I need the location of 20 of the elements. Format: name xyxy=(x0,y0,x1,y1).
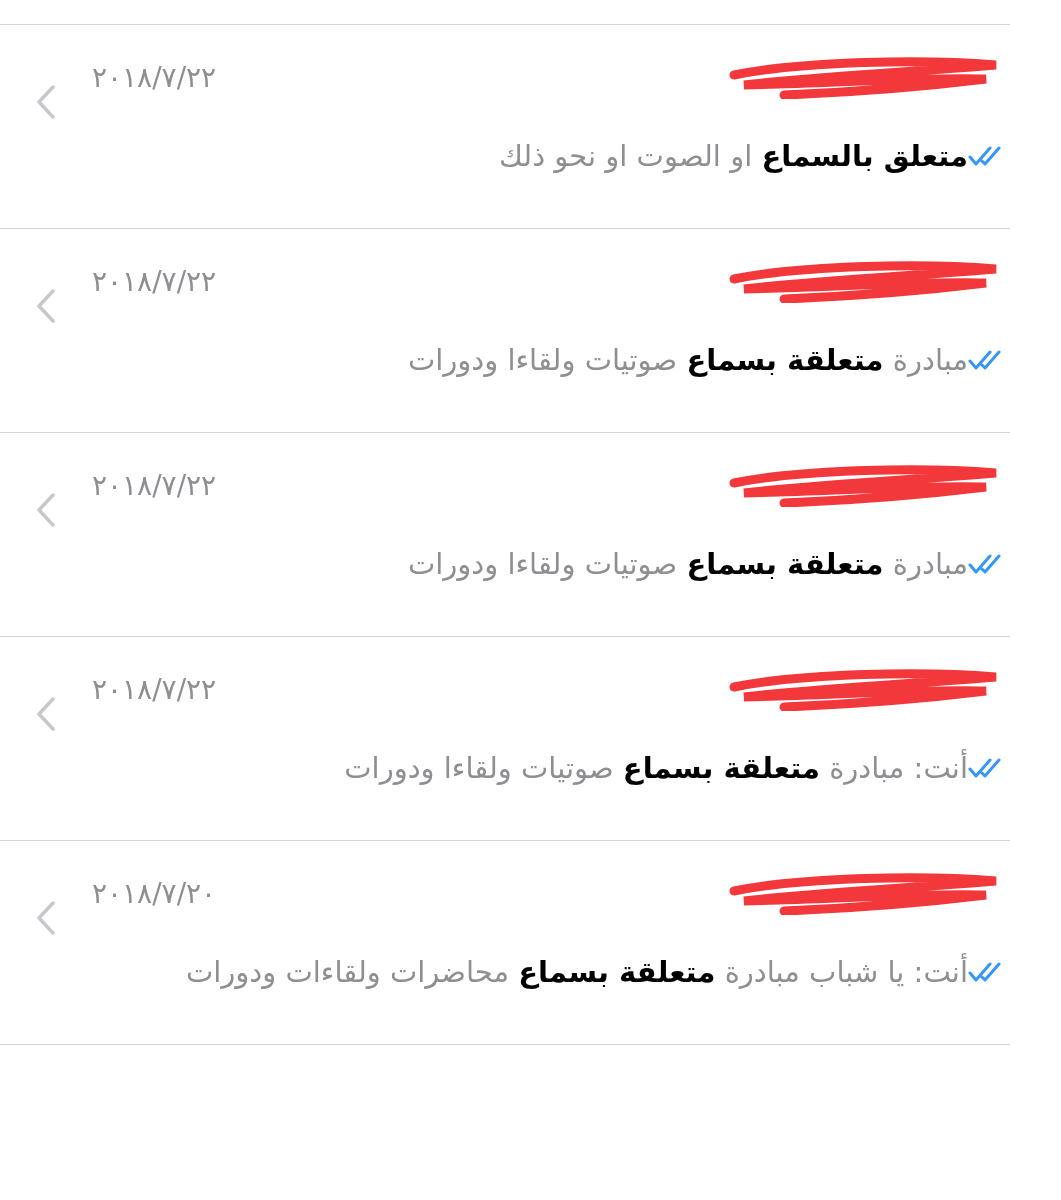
message-preview: أنت: يا شباب مبادرة متعلقة بسماع محاضرات ولقاءات ودورات xyxy=(185,952,968,991)
chevron-left-icon xyxy=(36,84,56,119)
message-preview: مبادرة متعلقة بسماع صوتيات ولقاءا ودورات xyxy=(407,546,968,583)
message-date: ٢٠١٨/٧/٢٢ xyxy=(92,672,217,706)
chat-result-row[interactable]: ٢٠١٨/٧/٢٢ أنت: مبادرة متعلقة بسماع صوتيات ولقاءا ودورات xyxy=(0,637,1010,841)
message-date: ٢٠١٨/٧/٢٢ xyxy=(92,60,217,94)
chat-result-row[interactable]: ٢٠١٨/٧/٢٢ مبادرة متعلقة بسماع صوتيات ولقاءا ودورات xyxy=(0,229,1010,433)
chevron-left-icon xyxy=(36,696,56,731)
chat-result-row[interactable]: ٢٠١٨/٧/٢٢ مبادرة متعلقة بسماع صوتيات ولقاءا ودورات xyxy=(0,433,1010,637)
message-preview: متعلق بالسماع او الصوت او نحو ذلك xyxy=(498,138,968,175)
chevron-left-icon xyxy=(36,492,56,527)
message-date: ٢٠١٨/٧/٢٢ xyxy=(92,468,217,502)
chat-result-row[interactable]: ٢٠١٨/٧/٢٢ متعلق بالسماع او الصوت او نحو ذلك xyxy=(0,25,1010,229)
message-preview: أنت: مبادرة متعلقة بسماع صوتيات ولقاءا ودورات xyxy=(344,748,968,787)
chevron-left-icon xyxy=(36,900,56,935)
message-preview: مبادرة متعلقة بسماع صوتيات ولقاءا ودورات xyxy=(407,342,968,379)
message-date: ٢٠١٨/٧/٢٢ xyxy=(92,264,217,298)
chat-result-row[interactable]: ٢٠١٨/٧/٢٠ أنت: يا شباب مبادرة متعلقة بسماع محاضرات ولقاءات ودورات xyxy=(0,841,1010,1045)
chevron-left-icon xyxy=(36,288,56,323)
message-date: ٢٠١٨/٧/٢٠ xyxy=(92,876,217,910)
